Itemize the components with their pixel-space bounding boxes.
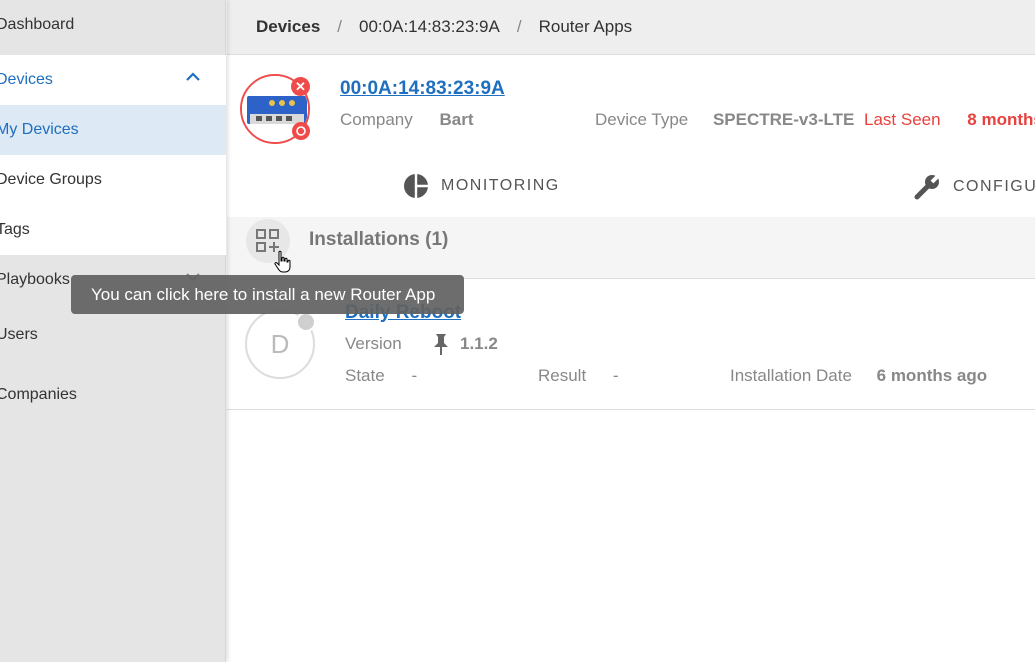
pie-chart-icon xyxy=(404,174,428,198)
sidebar-item-label: Device Groups xyxy=(0,171,102,188)
breadcrumb-separator: / xyxy=(337,17,343,36)
sidebar-item-label: Playbooks xyxy=(0,271,70,288)
sidebar-item-label: My Devices xyxy=(0,121,79,138)
version-label: Version xyxy=(345,334,402,353)
company-value: Bart xyxy=(439,110,474,129)
sidebar-item-label: Users xyxy=(0,326,38,343)
install-date-label: Installation Date xyxy=(730,366,852,385)
avatar-letter: D xyxy=(270,328,290,359)
state-info: State - xyxy=(345,366,417,386)
sidebar-item-users[interactable]: Users xyxy=(0,310,226,360)
sidebar-item-my-devices[interactable]: My Devices xyxy=(0,105,226,155)
tab-monitoring[interactable]: MONITORING xyxy=(403,173,560,199)
sidebar-item-devices[interactable]: Devices xyxy=(0,55,226,105)
result-info: Result - xyxy=(538,366,619,386)
sidebar-item-device-groups[interactable]: Device Groups xyxy=(0,155,226,205)
tab-label: CONFIGU xyxy=(953,178,1035,195)
sync-icon xyxy=(292,122,310,140)
company-info: Company Bart xyxy=(340,110,474,130)
chevron-up-icon xyxy=(186,72,200,84)
pin-icon xyxy=(434,334,448,355)
sidebar-item-label: Dashboard xyxy=(0,16,75,33)
tab-label: MONITORING xyxy=(441,177,560,194)
sidebar-item-label: Tags xyxy=(0,221,30,238)
install-date-info: Installation Date 6 months ago xyxy=(730,366,987,386)
install-date-value: 6 months ago xyxy=(876,366,988,385)
result-value: - xyxy=(612,366,619,385)
version-info: Version xyxy=(345,334,402,354)
hand-cursor-icon xyxy=(274,250,292,279)
device-mac-link[interactable]: 00:0A:14:83:23:9A xyxy=(340,78,505,100)
last-seen-label: Last Seen xyxy=(864,110,941,129)
version-value-group: 1.1.2 xyxy=(432,332,498,356)
install-tooltip: You can click here to install a new Rout… xyxy=(71,275,464,314)
sidebar-item-label: Companies xyxy=(0,386,77,403)
installations-title: Installations (1) xyxy=(309,229,449,250)
offline-badge-icon: ✕ xyxy=(291,77,310,96)
breadcrumb-separator: / xyxy=(516,17,522,36)
sidebar: Dashboard Devices My Devices Device Grou… xyxy=(0,0,226,662)
device-type-value: SPECTRE-v3-LTE xyxy=(712,110,855,129)
result-label: Result xyxy=(538,366,587,385)
sidebar-item-label: Devices xyxy=(0,71,53,88)
state-label: State xyxy=(345,366,385,385)
last-seen-value: 8 months xyxy=(967,110,1035,129)
breadcrumb-devices[interactable]: Devices xyxy=(256,17,320,37)
state-value: - xyxy=(411,366,418,385)
breadcrumb-current: Router Apps xyxy=(538,17,633,36)
sidebar-item-dashboard[interactable]: Dashboard xyxy=(0,0,226,50)
status-dot-icon xyxy=(296,312,316,332)
breadcrumb-device[interactable]: 00:0A:14:83:23:9A xyxy=(359,17,500,37)
breadcrumb: Devices / 00:0A:14:83:23:9A / Router App… xyxy=(227,0,1035,55)
sidebar-item-companies[interactable]: Companies xyxy=(0,370,226,420)
sidebar-item-tags[interactable]: Tags xyxy=(0,205,226,255)
last-seen-info: Last Seen 8 months xyxy=(864,110,1035,130)
device-type-label: Device Type xyxy=(595,110,689,129)
company-label: Company xyxy=(340,110,413,129)
divider xyxy=(227,409,1035,410)
tab-configuration[interactable]: CONFIGU xyxy=(913,173,1035,201)
device-type-info: Device Type SPECTRE-v3-LTE xyxy=(595,110,854,130)
version-value: 1.1.2 xyxy=(460,334,498,353)
wrench-icon xyxy=(914,173,941,200)
